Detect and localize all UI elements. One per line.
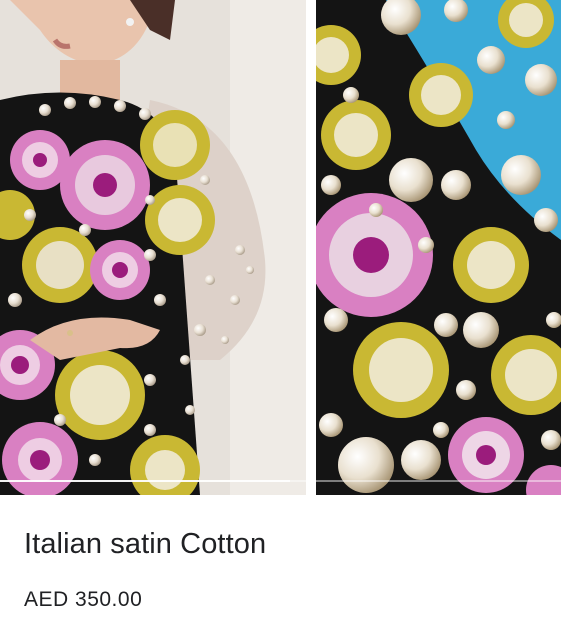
product-photo-model[interactable]	[0, 0, 306, 495]
product-photo-fabric[interactable]	[316, 0, 561, 495]
model-dress-image	[0, 0, 306, 495]
fabric-print-image	[316, 0, 561, 495]
product-card[interactable]: Italian satin Cotton AED 350.00	[0, 0, 561, 630]
gallery-divider	[306, 0, 316, 495]
product-title: Italian satin Cotton	[24, 528, 267, 560]
product-image-gallery[interactable]	[0, 0, 561, 495]
gallery-scroll-indicator[interactable]	[0, 480, 290, 482]
product-price: AED 350.00	[24, 588, 143, 611]
